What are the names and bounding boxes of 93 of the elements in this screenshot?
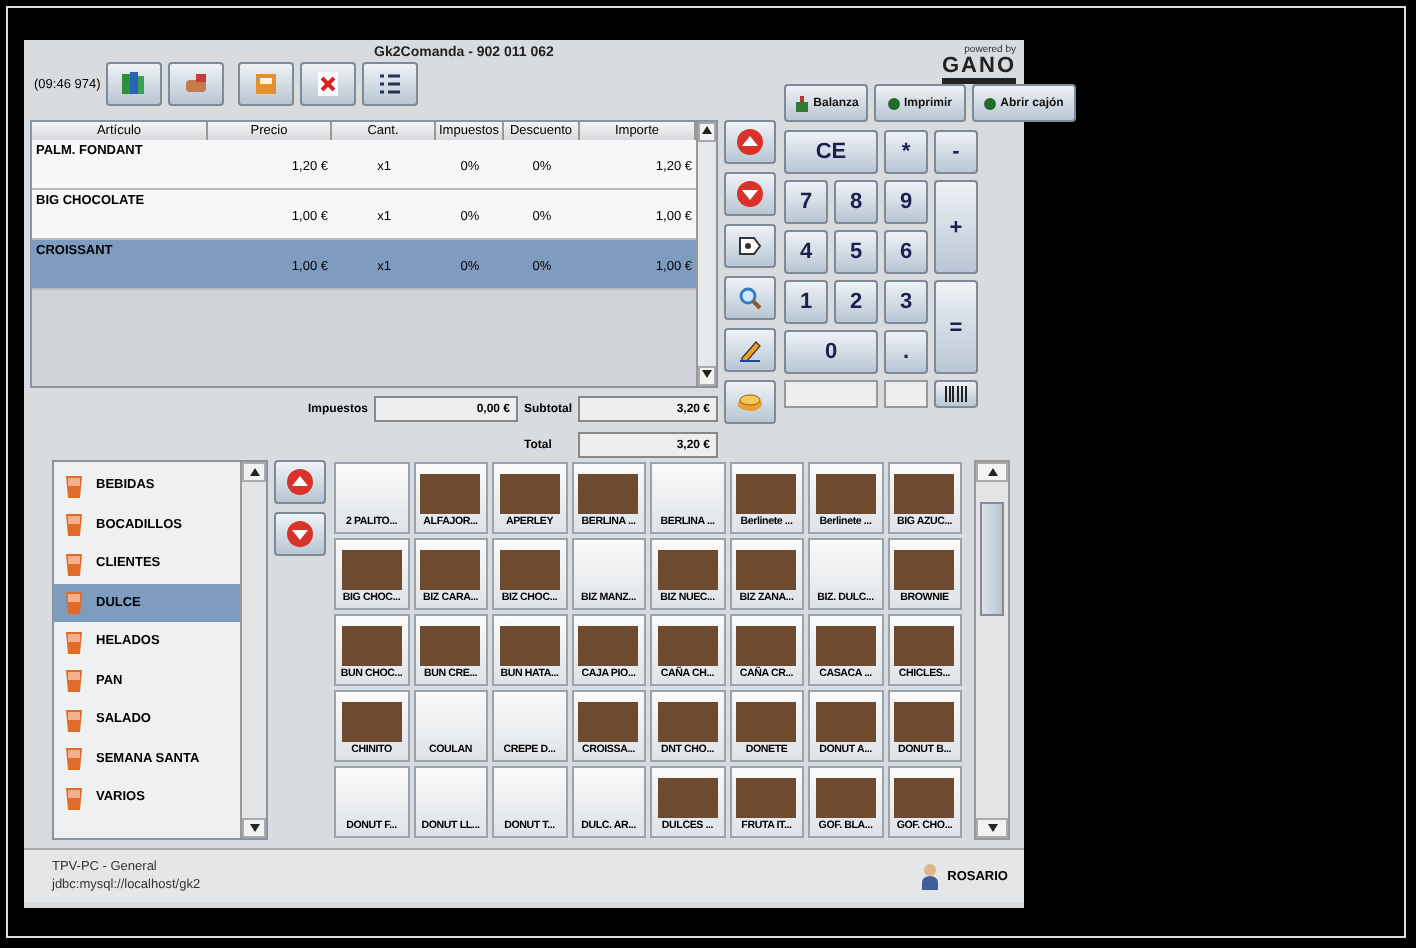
photo-placeholder [736,778,797,818]
box-icon [252,70,281,98]
list-icon [376,70,405,98]
scrollbar[interactable] [974,460,1010,840]
side-button[interactable] [724,328,776,372]
keypad-key[interactable]: 7 [784,180,828,224]
delete-icon [314,70,343,98]
photo-placeholder [894,626,955,666]
photo-placeholder [420,474,481,514]
down-icon [736,180,764,208]
scroll-down-icon [702,370,712,378]
scroll-down-icon [987,824,997,832]
scroll-thumb[interactable] [980,502,1004,616]
photo-placeholder [499,474,560,514]
cup-icon [64,473,84,498]
photo-placeholder [578,474,639,514]
photo-placeholder [578,626,639,666]
up-icon [736,128,764,156]
photo-placeholder [736,550,797,590]
photo-placeholder [815,626,876,666]
scroll-up-icon [702,126,712,134]
keypad-key[interactable]: + [934,180,978,274]
photo-placeholder [420,550,481,590]
keypad-key[interactable]: - [934,130,978,174]
keypad-key[interactable]: * [884,130,928,174]
keypad-key[interactable]: 1 [784,280,828,324]
tag-icon [738,236,762,256]
scrollbar[interactable] [696,122,716,386]
keypad-key[interactable]: 0 [784,330,878,374]
photo-placeholder [657,778,718,818]
input-field[interactable] [784,380,878,408]
photo-placeholder [815,778,876,818]
scroll-down-icon [249,824,259,832]
down-icon [286,520,314,548]
scrollbar[interactable] [240,462,266,838]
keypad-key[interactable]: 6 [884,230,928,274]
photo-placeholder [420,626,481,666]
scale-icon [793,95,810,111]
photo-placeholder [341,550,402,590]
cup-icon [64,590,84,615]
photo-placeholder [894,778,955,818]
photo-placeholder [499,626,560,666]
keypad-key[interactable]: 5 [834,230,878,274]
cup-icon [64,785,84,810]
photo-placeholder [736,474,797,514]
cup-icon [64,629,84,654]
barcode-icon [944,386,968,402]
up-icon [286,468,314,496]
hand-icon [182,70,211,98]
photo-placeholder [736,702,797,742]
photo-placeholder [578,702,639,742]
pencil-icon [738,338,762,362]
side-button[interactable] [724,224,776,268]
keypad-key[interactable]: CE [784,130,878,174]
photo-placeholder [657,702,718,742]
keypad-key[interactable]: = [934,280,978,374]
photo-placeholder [815,702,876,742]
books-icon [120,70,149,98]
photo-placeholder [657,550,718,590]
cup-icon [64,746,84,771]
input-field[interactable] [884,380,928,408]
coins-icon [736,392,764,412]
keypad-key[interactable]: 8 [834,180,878,224]
toolbar-button[interactable] [300,62,357,106]
photo-placeholder [499,550,560,590]
page-button[interactable] [274,460,326,504]
search-icon [738,286,762,310]
photo-placeholder [657,626,718,666]
barcode-button[interactable] [934,380,978,408]
scroll-up-icon [249,468,259,476]
cup-icon [64,707,84,732]
keypad-key[interactable]: 4 [784,230,828,274]
user-icon [919,862,940,890]
photo-placeholder [736,626,797,666]
dot-icon [887,97,900,109]
keypad-key[interactable]: 2 [834,280,878,324]
photo-placeholder [894,550,955,590]
cup-icon [64,512,84,537]
photo-placeholder [894,702,955,742]
keypad-key[interactable]: 9 [884,180,928,224]
toolbar-button[interactable] [362,62,419,106]
photo-placeholder [815,474,876,514]
dot-icon [984,97,997,109]
photo-placeholder [341,702,402,742]
cup-icon [64,551,84,576]
scroll-up-icon [987,468,997,476]
photo-placeholder [894,474,955,514]
keypad-key[interactable]: . [884,330,928,374]
cup-icon [64,668,84,693]
photo-placeholder [341,626,402,666]
toolbar-button[interactable] [106,62,163,106]
page-button[interactable] [274,512,326,556]
keypad-key[interactable]: 3 [884,280,928,324]
